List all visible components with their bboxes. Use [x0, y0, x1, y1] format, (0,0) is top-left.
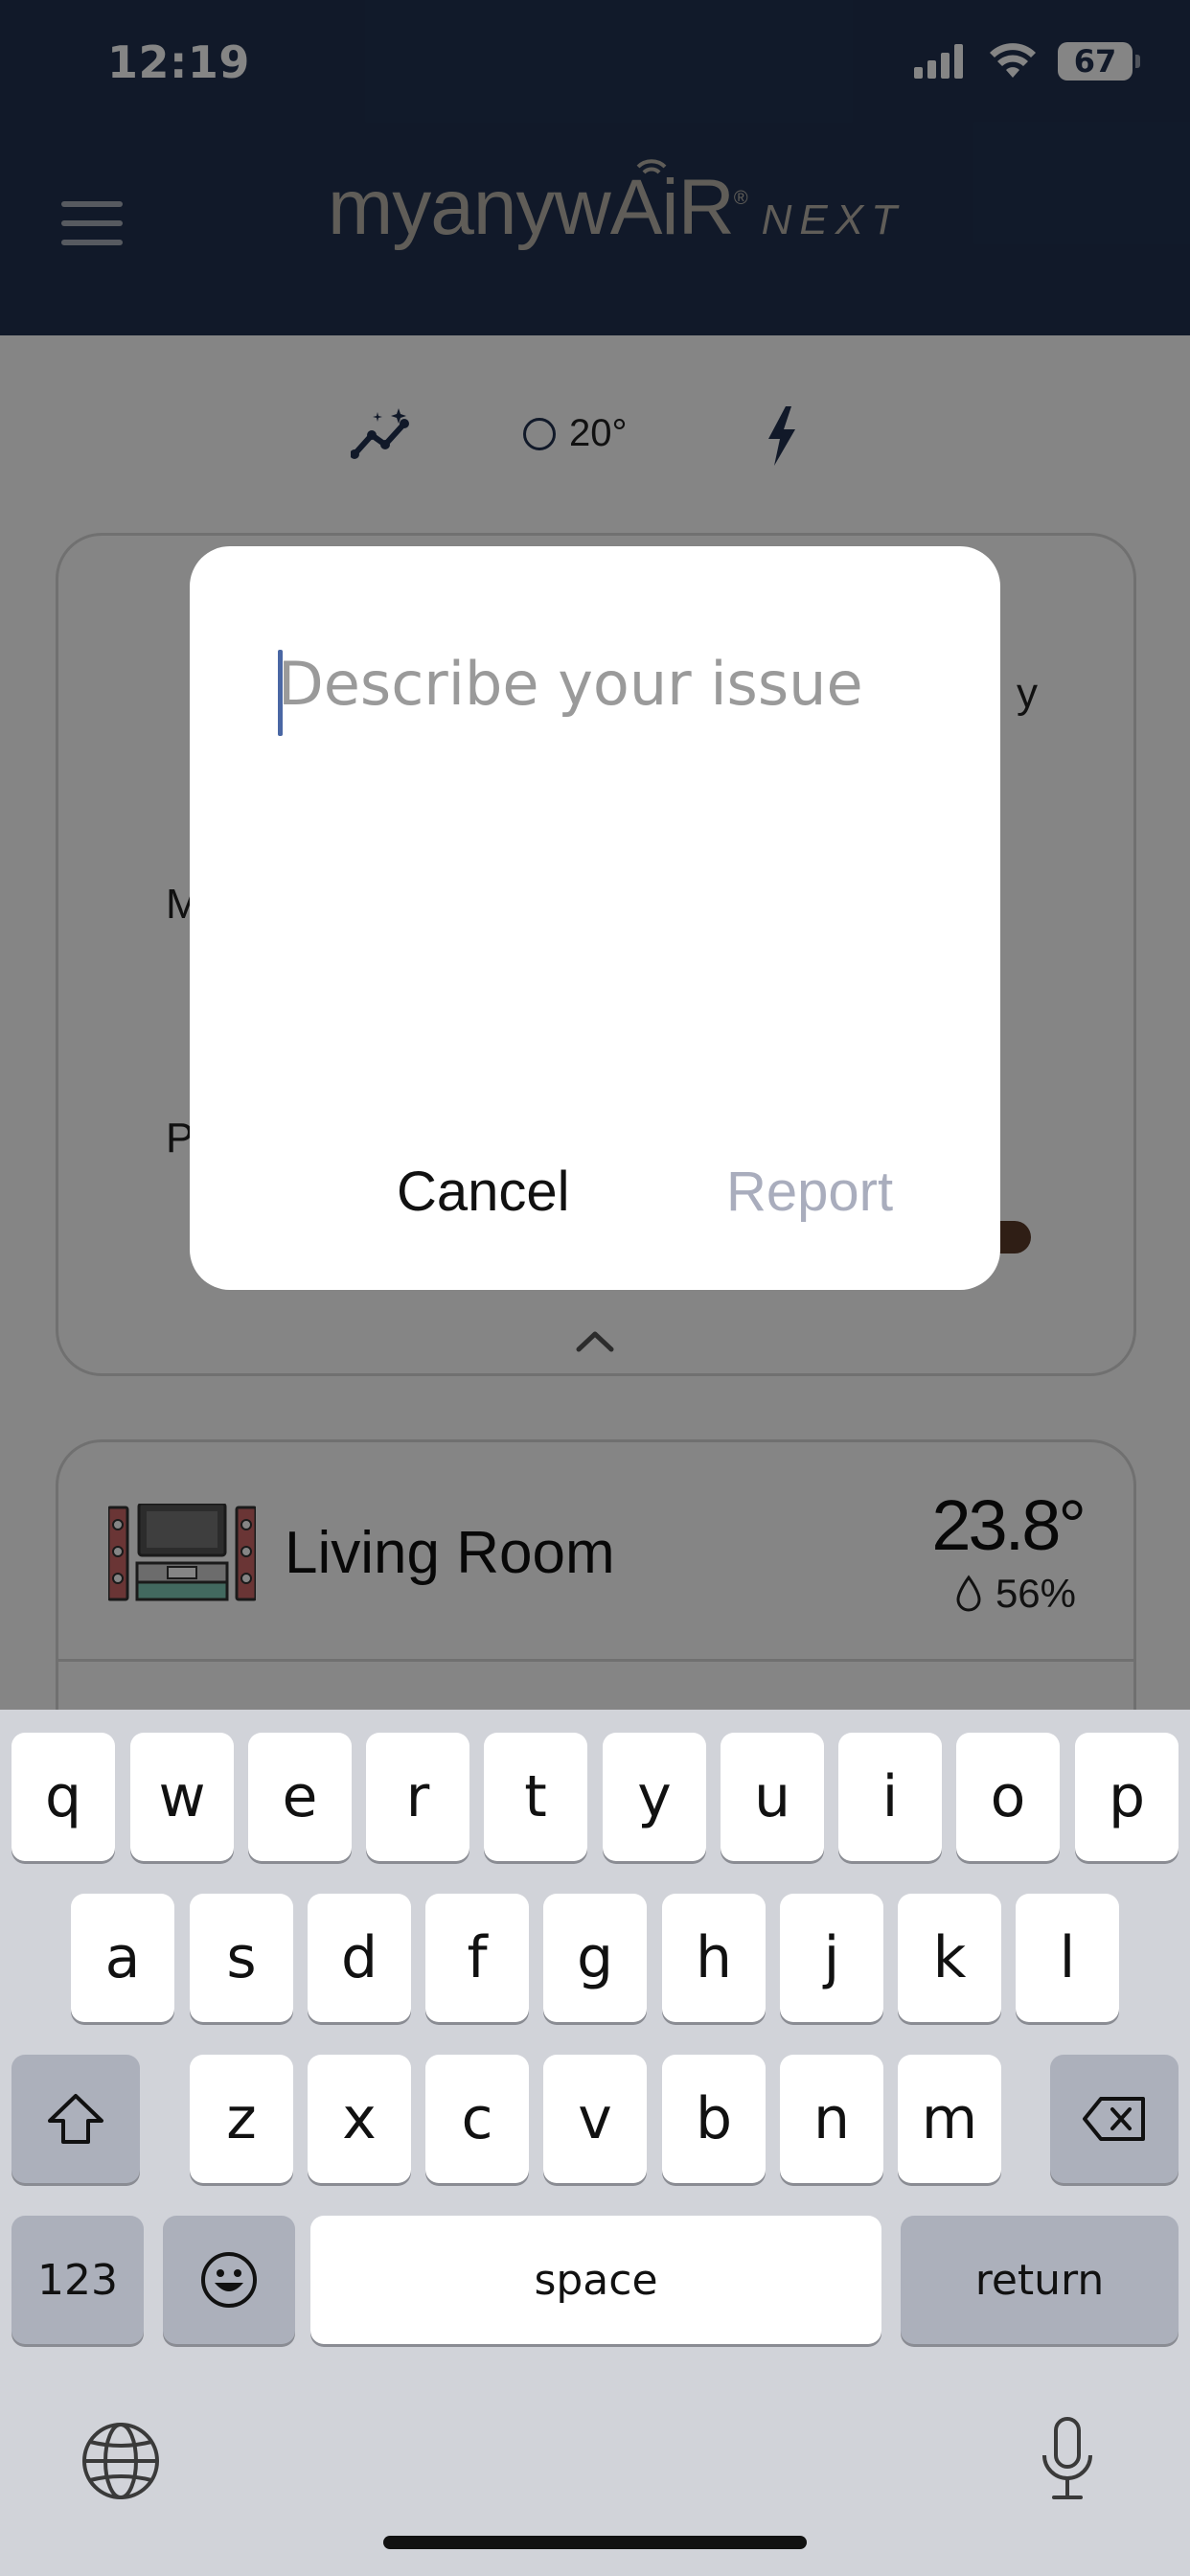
key-j[interactable]: j	[780, 1894, 883, 2022]
on-screen-keyboard: q w e r t y u i o p a s d f g h j k l z …	[0, 1710, 1190, 2576]
key-y[interactable]: y	[603, 1733, 706, 1861]
delete-key[interactable]	[1050, 2055, 1179, 2183]
key-e[interactable]: e	[248, 1733, 352, 1861]
emoji-icon	[201, 2252, 257, 2308]
key-p[interactable]: p	[1075, 1733, 1179, 1861]
key-d[interactable]: d	[308, 1894, 411, 2022]
numbers-key[interactable]: 123	[11, 2216, 144, 2344]
key-s[interactable]: s	[190, 1894, 293, 2022]
cancel-button[interactable]: Cancel	[397, 1160, 570, 1224]
key-w[interactable]: w	[130, 1733, 234, 1861]
return-key[interactable]: return	[901, 2216, 1179, 2344]
key-t[interactable]: t	[484, 1733, 587, 1861]
key-b[interactable]: b	[662, 2055, 766, 2183]
key-o[interactable]: o	[956, 1733, 1060, 1861]
report-button[interactable]: Report	[726, 1160, 893, 1224]
report-issue-dialog: Cancel Report	[190, 546, 1000, 1290]
emoji-key[interactable]	[163, 2216, 295, 2344]
delete-icon	[1083, 2097, 1145, 2141]
shift-icon	[48, 2094, 103, 2144]
home-indicator[interactable]	[383, 2536, 807, 2549]
space-key[interactable]: space	[310, 2216, 881, 2344]
key-a[interactable]: a	[71, 1894, 174, 2022]
key-m[interactable]: m	[898, 2055, 1001, 2183]
key-x[interactable]: x	[308, 2055, 411, 2183]
shift-key[interactable]	[11, 2055, 140, 2183]
text-cursor	[278, 650, 283, 736]
key-i[interactable]: i	[838, 1733, 942, 1861]
key-k[interactable]: k	[898, 1894, 1001, 2022]
key-v[interactable]: v	[543, 2055, 647, 2183]
key-g[interactable]: g	[543, 1894, 647, 2022]
key-h[interactable]: h	[662, 1894, 766, 2022]
key-u[interactable]: u	[721, 1733, 824, 1861]
key-r[interactable]: r	[366, 1733, 469, 1861]
key-f[interactable]: f	[425, 1894, 529, 2022]
key-n[interactable]: n	[780, 2055, 883, 2183]
issue-description-input[interactable]	[278, 646, 929, 1048]
microphone-icon[interactable]	[1039, 2415, 1096, 2503]
key-c[interactable]: c	[425, 2055, 529, 2183]
key-q[interactable]: q	[11, 1733, 115, 1861]
key-z[interactable]: z	[190, 2055, 293, 2183]
key-l[interactable]: l	[1016, 1894, 1119, 2022]
globe-icon[interactable]	[80, 2421, 161, 2501]
